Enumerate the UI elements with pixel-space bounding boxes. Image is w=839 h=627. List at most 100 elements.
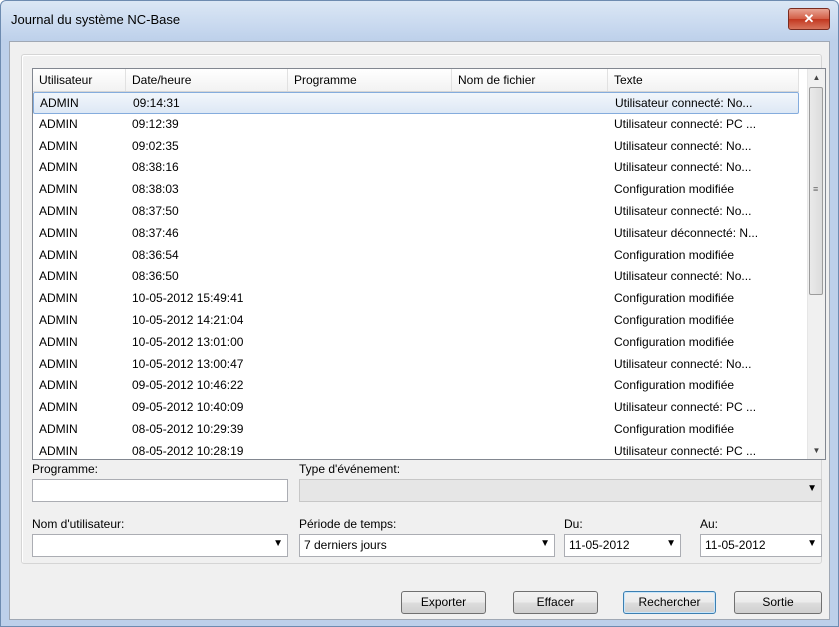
table-cell: 09:12:39 [132, 116, 179, 131]
chevron-down-icon: ▼ [540, 538, 550, 549]
chevron-down-icon: ▼ [273, 538, 283, 549]
table-row[interactable]: ADMIN 09:02:35 Utilisateur connecté: No... [33, 136, 799, 158]
table-cell: ADMIN [39, 400, 78, 415]
window-title: Journal du système NC-Base [11, 12, 181, 27]
table-cell: Utilisateur connecté: No... [615, 96, 753, 110]
table-cell: ADMIN [39, 225, 78, 240]
table-row[interactable]: ADMIN 08:36:50 Utilisateur connecté: No... [33, 266, 799, 288]
period-select[interactable]: 7 derniers jours ▼ [299, 534, 555, 557]
table-cell: Configuration modifiée [614, 312, 735, 327]
title-bar[interactable]: Journal du système NC-Base ✕ [1, 1, 838, 41]
table-row[interactable]: ADMIN 10-05-2012 15:49:41 Configuration mo… [33, 288, 799, 310]
table-cell: ADMIN [39, 203, 78, 218]
table-row[interactable]: ADMIN 08-05-2012 10:28:19 Utilisateur conn… [33, 441, 799, 459]
table-cell: 09:02:35 [132, 138, 179, 153]
table-cell: Utilisateur connecté: PC ... [614, 443, 757, 458]
scroll-up-arrow-icon[interactable]: ▲ [808, 69, 825, 86]
export-button[interactable]: Exporter [401, 591, 486, 614]
scroll-thumb[interactable]: ≡ [809, 87, 823, 295]
table-cell: 08:36:54 [132, 247, 179, 262]
table-cell: ADMIN [39, 182, 78, 197]
table-row[interactable]: ADMIN 09-05-2012 10:40:09 Utilisateur conn… [33, 397, 799, 419]
grip-icon: ≡ [813, 184, 819, 194]
table-cell: Utilisateur connecté: No... [614, 160, 752, 175]
table-cell: Configuration modifiée [614, 421, 735, 436]
table-cell: Configuration modifiée [614, 291, 735, 306]
log-list[interactable]: Utilisateur Date/heure Programme Nom de … [32, 68, 826, 460]
table-cell: Utilisateur connecté: No... [614, 356, 752, 371]
event-type-select[interactable]: ▼ [299, 479, 822, 502]
exit-button[interactable]: Sortie [734, 591, 822, 614]
table-cell: ADMIN [39, 160, 78, 175]
table-cell: 08-05-2012 10:29:39 [132, 421, 244, 436]
table-cell: 08-05-2012 10:28:19 [132, 443, 244, 458]
from-date-picker[interactable]: 11-05-2012 ▼ [564, 534, 681, 557]
table-cell: ADMIN [40, 96, 79, 110]
table-cell: ADMIN [39, 116, 78, 131]
programme-input[interactable] [32, 479, 288, 502]
table-row[interactable]: ADMIN 08:36:54 Configuration modifiée [33, 245, 799, 267]
period-value: 7 derniers jours [304, 538, 387, 552]
period-label: Période de temps: [299, 517, 397, 531]
username-label: Nom d'utilisateur: [32, 517, 125, 531]
table-cell: 09:14:31 [133, 96, 180, 110]
table-cell: ADMIN [39, 334, 78, 349]
table-cell: 09-05-2012 10:46:22 [132, 378, 244, 393]
table-cell: Utilisateur connecté: PC ... [614, 400, 757, 415]
to-date-value: 11-05-2012 [705, 538, 766, 552]
table-cell: Configuration modifiée [614, 378, 735, 393]
list-rows: ADMIN 09:14:31 Utilisateur connecté: No...… [33, 92, 799, 459]
table-row[interactable]: ADMIN 08:38:16 Utilisateur connecté: No... [33, 157, 799, 179]
table-cell: 10-05-2012 14:21:04 [132, 312, 244, 327]
table-cell: Utilisateur connecté: No... [614, 203, 752, 218]
clear-button[interactable]: Effacer [513, 591, 598, 614]
table-row[interactable]: ADMIN 10-05-2012 13:01:00 Configuration mo… [33, 332, 799, 354]
table-row[interactable]: ADMIN 09:12:39 Utilisateur connecté: PC ..… [33, 114, 799, 136]
event-type-label: Type d'événement: [299, 462, 401, 476]
table-row[interactable]: ADMIN 08:38:03 Configuration modifiée [33, 179, 799, 201]
table-row[interactable]: ADMIN 08-05-2012 10:29:39 Configuration mo… [33, 419, 799, 441]
dialog-body: Utilisateur Date/heure Programme Nom de … [9, 41, 830, 620]
to-date-picker[interactable]: 11-05-2012 ▼ [700, 534, 822, 557]
to-date-label: Au: [700, 517, 719, 531]
table-cell: 10-05-2012 13:00:47 [132, 356, 244, 371]
vertical-scrollbar[interactable]: ▲ ≡ ▼ [807, 69, 825, 459]
table-cell: 09-05-2012 10:40:09 [132, 400, 244, 415]
column-header-filename[interactable]: Nom de fichier [452, 69, 608, 91]
username-select[interactable]: ▼ [32, 534, 288, 557]
table-cell: Configuration modifiée [614, 247, 735, 262]
table-cell: 08:37:46 [132, 225, 179, 240]
table-cell: ADMIN [39, 291, 78, 306]
table-cell: ADMIN [39, 421, 78, 436]
table-cell: Utilisateur connecté: PC ... [614, 116, 757, 131]
column-header-user[interactable]: Utilisateur [33, 69, 126, 91]
close-button[interactable]: ✕ [788, 8, 830, 30]
list-header: Utilisateur Date/heure Programme Nom de … [33, 69, 799, 92]
table-cell: 08:36:50 [132, 269, 179, 284]
search-button[interactable]: Rechercher [623, 591, 716, 614]
log-window: Journal du système NC-Base ✕ Utilisateur… [0, 0, 839, 627]
column-header-text[interactable]: Texte [608, 69, 799, 91]
table-row[interactable]: ADMIN 08:37:46 Utilisateur déconnecté: N..… [33, 223, 799, 245]
table-cell: 10-05-2012 13:01:00 [132, 334, 244, 349]
table-cell: Utilisateur connecté: No... [614, 138, 752, 153]
table-cell: Configuration modifiée [614, 334, 735, 349]
table-row[interactable]: ADMIN 08:37:50 Utilisateur connecté: No... [33, 201, 799, 223]
column-header-program[interactable]: Programme [288, 69, 452, 91]
column-header-datetime[interactable]: Date/heure [126, 69, 288, 91]
table-row[interactable]: ADMIN 10-05-2012 14:21:04 Configuration mo… [33, 310, 799, 332]
table-row[interactable]: ADMIN 09-05-2012 10:46:22 Configuration mo… [33, 375, 799, 397]
table-cell: ADMIN [39, 443, 78, 458]
table-cell: ADMIN [39, 138, 78, 153]
table-row[interactable]: ADMIN 09:14:31 Utilisateur connecté: No... [33, 92, 799, 114]
programme-label: Programme: [32, 462, 99, 476]
table-cell: Utilisateur connecté: No... [614, 269, 752, 284]
table-cell: 08:37:50 [132, 203, 179, 218]
table-cell: ADMIN [39, 378, 78, 393]
scroll-down-arrow-icon[interactable]: ▼ [808, 442, 825, 459]
table-cell: ADMIN [39, 312, 78, 327]
table-row[interactable]: ADMIN 10-05-2012 13:00:47 Utilisateur conn… [33, 354, 799, 376]
chevron-down-icon: ▼ [807, 483, 817, 494]
table-cell: ADMIN [39, 247, 78, 262]
from-date-label: Du: [564, 517, 583, 531]
